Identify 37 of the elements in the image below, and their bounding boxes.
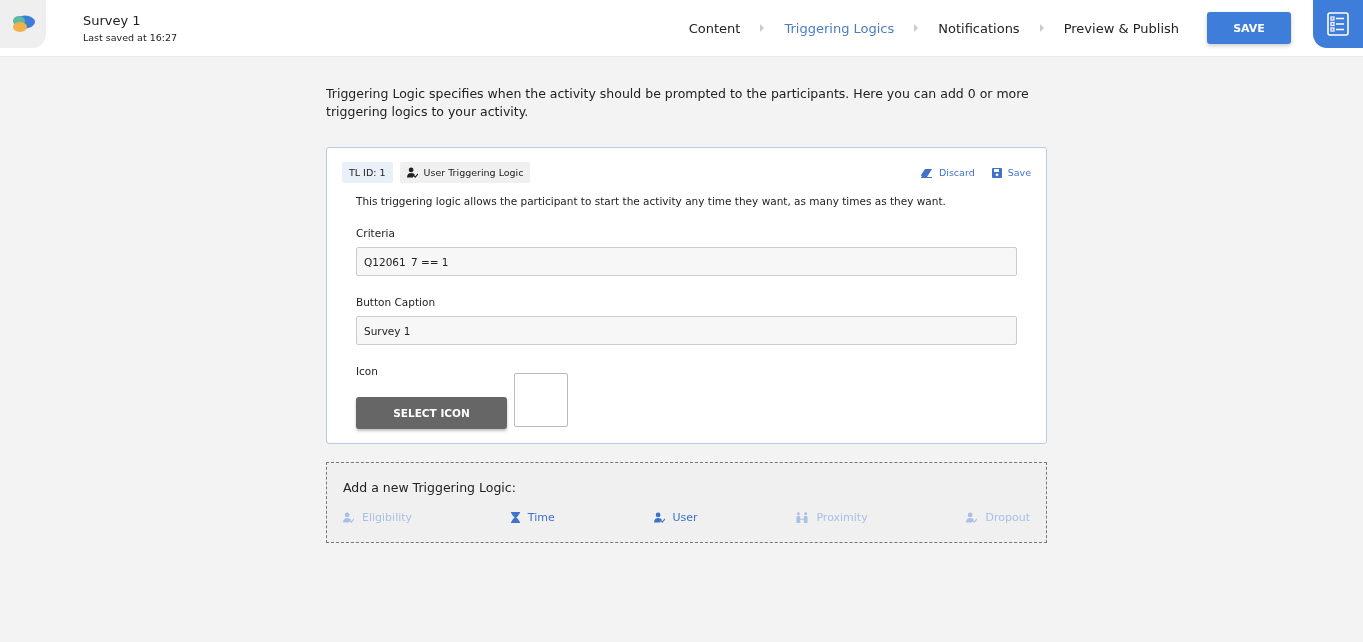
chevron-icon [760, 24, 765, 32]
step-tab[interactable]: Content [688, 20, 741, 36]
icon-preview-box [514, 373, 568, 427]
select-icon-button[interactable]: SELECT ICON [356, 397, 507, 429]
hourglass-icon [510, 512, 520, 523]
chevron-icon [914, 24, 919, 32]
logic-type-option[interactable]: Time [510, 511, 555, 524]
field-label: Criteria [356, 227, 396, 239]
eraser-icon [920, 167, 933, 178]
type-label: User Triggering Logic [423, 167, 524, 178]
discard-link[interactable]: Discard [920, 167, 975, 178]
save-link[interactable]: Save [991, 167, 1031, 178]
logic-type-option[interactable]: User [653, 511, 698, 524]
description-text: This triggering logic allows the participant to start the activity any time they want, as many times as they want. [356, 195, 947, 207]
checklist-button[interactable] [1313, 0, 1363, 48]
user-check-icon [653, 512, 665, 523]
survey-title: Survey 1 [83, 13, 142, 28]
id-badge: TL ID: 1 [342, 162, 393, 183]
app-logo[interactable] [0, 0, 46, 48]
chevron-icon [1039, 24, 1044, 32]
field-label: Icon [356, 365, 379, 377]
intro-text: Triggering Logic specifies when the activity should be prompted to the participants. Here you can add 0 or more triggering logics to your activity. [326, 85, 1030, 121]
input-field[interactable]: Q12061_7 == 1 [356, 247, 1017, 276]
user-check-icon [406, 167, 418, 178]
step-tab[interactable]: Preview & Publish [1063, 20, 1179, 36]
brain-icon [10, 14, 36, 34]
step-tab[interactable]: Triggering Logics [784, 20, 895, 36]
user-check-icon [966, 512, 978, 523]
step-tab[interactable]: Notifications [938, 20, 1020, 36]
add-logic-title: Add a new Triggering Logic: [343, 480, 517, 495]
proximity-icon [796, 512, 809, 523]
checklist-icon [1326, 12, 1350, 36]
last-saved-text: Last saved at 16:27 [83, 32, 178, 43]
save-button[interactable]: SAVE [1207, 12, 1291, 44]
user-check-icon [343, 512, 354, 523]
input-field[interactable]: Survey 1 [356, 316, 1017, 345]
field-label: Button Caption [356, 296, 437, 308]
